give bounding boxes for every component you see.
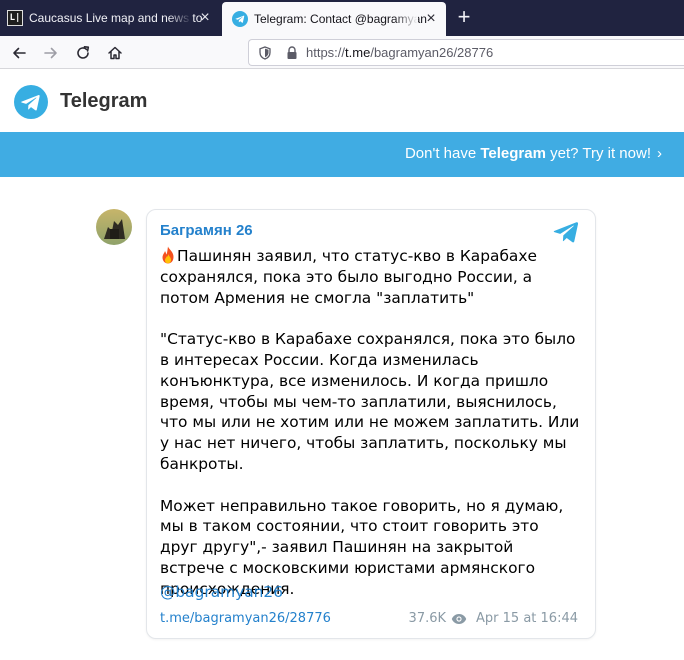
reload-button[interactable]: [70, 40, 96, 66]
home-icon: [108, 46, 122, 60]
avatar-image: [96, 209, 132, 245]
telegram-logo-icon[interactable]: [14, 85, 48, 119]
close-tab-icon[interactable]: ×: [196, 9, 214, 27]
post-text: Пашинян заявил, что статус-кво в Карабах…: [160, 246, 580, 620]
forward-arrow-icon: [44, 47, 57, 59]
back-arrow-icon: [13, 47, 26, 59]
close-tab-icon[interactable]: ×: [422, 10, 440, 28]
telegram-brand[interactable]: Telegram: [60, 90, 147, 113]
chevron-right-icon: ›: [657, 145, 662, 162]
post-link[interactable]: t.me/bagramyan26/28776: [160, 611, 331, 626]
new-tab-button[interactable]: +: [452, 6, 476, 30]
post-meta: 37.6K Apr 15 at 16:44: [409, 611, 578, 626]
tab-telegram[interactable]: Telegram: Contact @bagramyan ×: [222, 2, 446, 36]
forward-button[interactable]: [38, 40, 64, 66]
post-paragraph: "Статус-кво в Карабахе сохранялся, пока …: [160, 330, 580, 473]
channel-avatar[interactable]: [96, 209, 132, 245]
post-paragraph: Пашинян заявил, что статус-кво в Карабах…: [160, 246, 537, 307]
channel-mention-link[interactable]: @bagramyan26: [160, 583, 283, 601]
home-button[interactable]: [102, 40, 128, 66]
nav-bar: https://t.me/bagramyan26/28776: [0, 36, 684, 69]
back-button[interactable]: [6, 40, 32, 66]
url-text[interactable]: https://t.me/bagramyan26/28776: [306, 45, 493, 60]
post-date[interactable]: Apr 15 at 16:44: [476, 611, 578, 626]
fire-emoji-icon: [162, 246, 174, 264]
telegram-header: Telegram: [0, 69, 684, 132]
post-author[interactable]: Баграмян 26: [160, 222, 253, 239]
telegram-plane-icon: [553, 222, 579, 243]
reload-icon: [77, 46, 90, 59]
shield-icon[interactable]: [258, 45, 272, 60]
post-card: Баграмян 26 Пашинян заявил, что статус-к…: [146, 209, 596, 639]
caucasus-live-icon: L|: [7, 10, 23, 26]
address-bar[interactable]: https://t.me/bagramyan26/28776: [248, 39, 684, 66]
download-banner[interactable]: Don't have Telegram yet? Try it now! ›: [0, 132, 684, 177]
tab-caucasus-live[interactable]: L| Caucasus Live map and news to ×: [0, 0, 220, 36]
lock-icon[interactable]: [286, 45, 298, 60]
tab-strip: L| Caucasus Live map and news to × Teleg…: [0, 0, 684, 36]
telegram-icon: [232, 11, 248, 27]
view-count: 37.6K: [408, 611, 447, 626]
download-cta[interactable]: Don't have Telegram yet? Try it now! ›: [405, 145, 662, 162]
eye-icon: [451, 613, 467, 624]
